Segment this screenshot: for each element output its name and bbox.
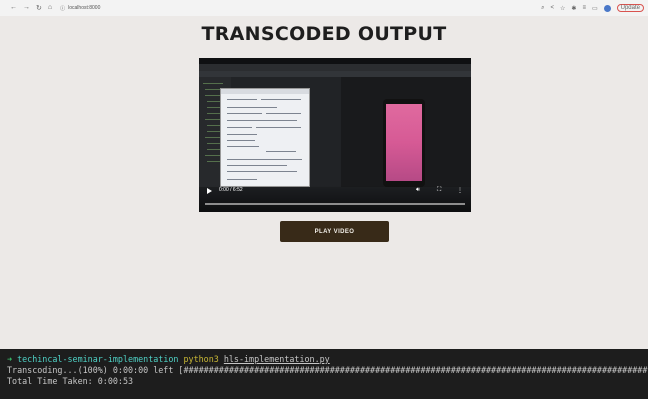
terminal-command: python3 — [183, 354, 219, 364]
video-frame-menubar — [199, 64, 471, 71]
address-bar[interactable]: ⓘ localhost:8000 — [60, 5, 100, 12]
play-icon[interactable] — [207, 188, 212, 194]
info-icon[interactable]: ⓘ — [60, 5, 65, 12]
menu-list-icon[interactable]: ≡ — [582, 5, 586, 11]
avatar[interactable] — [603, 4, 611, 12]
update-button[interactable]: Update — [616, 4, 644, 12]
share-icon[interactable]: < — [551, 5, 555, 11]
browser-right-icons: ⌕ < ☆ ✱ ≡ ▭ Update — [541, 4, 648, 12]
video-player[interactable]: 0:00 / 6:52 🔊︎ ⛶ ⋮ — [199, 58, 471, 212]
video-frame-phone-screen — [386, 104, 422, 181]
extensions-icon[interactable]: ✱ — [571, 5, 576, 12]
window-icon[interactable]: ▭ — [592, 5, 598, 12]
terminal-file: hls-implementation.py — [223, 354, 330, 364]
terminal-panel: ➜ techincal-seminar-implementation pytho… — [0, 349, 648, 399]
back-icon[interactable]: ← — [10, 4, 17, 12]
url-text: localhost:8000 — [68, 5, 101, 11]
fullscreen-icon[interactable]: ⛶ — [437, 187, 441, 194]
home-icon[interactable]: ⌂ — [48, 4, 52, 12]
terminal-directory: techincal-seminar-implementation — [17, 354, 179, 364]
nav-icons: ← → ↻ ⌂ — [0, 4, 52, 12]
more-options-icon[interactable]: ⋮ — [457, 187, 463, 194]
video-progress-bar[interactable] — [205, 203, 465, 205]
video-time: 0:00 / 6:52 — [219, 187, 243, 193]
play-video-button[interactable]: PLAY VIDEO — [280, 221, 389, 242]
video-frame-dialog — [220, 88, 310, 187]
prompt-arrow-icon: ➜ — [7, 354, 13, 364]
terminal-progress-line: Transcoding...(100%) 0:00:00 left [#####… — [7, 365, 648, 375]
reload-icon[interactable]: ↻ — [36, 4, 42, 12]
terminal-command-line: ➜ techincal-seminar-implementation pytho… — [7, 354, 330, 365]
page-title: TRANSCODED OUTPUT — [201, 23, 447, 45]
zoom-icon[interactable]: ⌕ — [541, 5, 544, 12]
star-icon[interactable]: ☆ — [560, 5, 565, 12]
browser-toolbar: ← → ↻ ⌂ ⓘ localhost:8000 ⌕ < ☆ ✱ ≡ ▭ Upd… — [0, 0, 648, 16]
volume-icon[interactable]: 🔊︎ — [416, 187, 420, 194]
terminal-total-time: Total Time Taken: 0:00:53 — [7, 376, 134, 386]
forward-icon[interactable]: → — [23, 4, 30, 12]
